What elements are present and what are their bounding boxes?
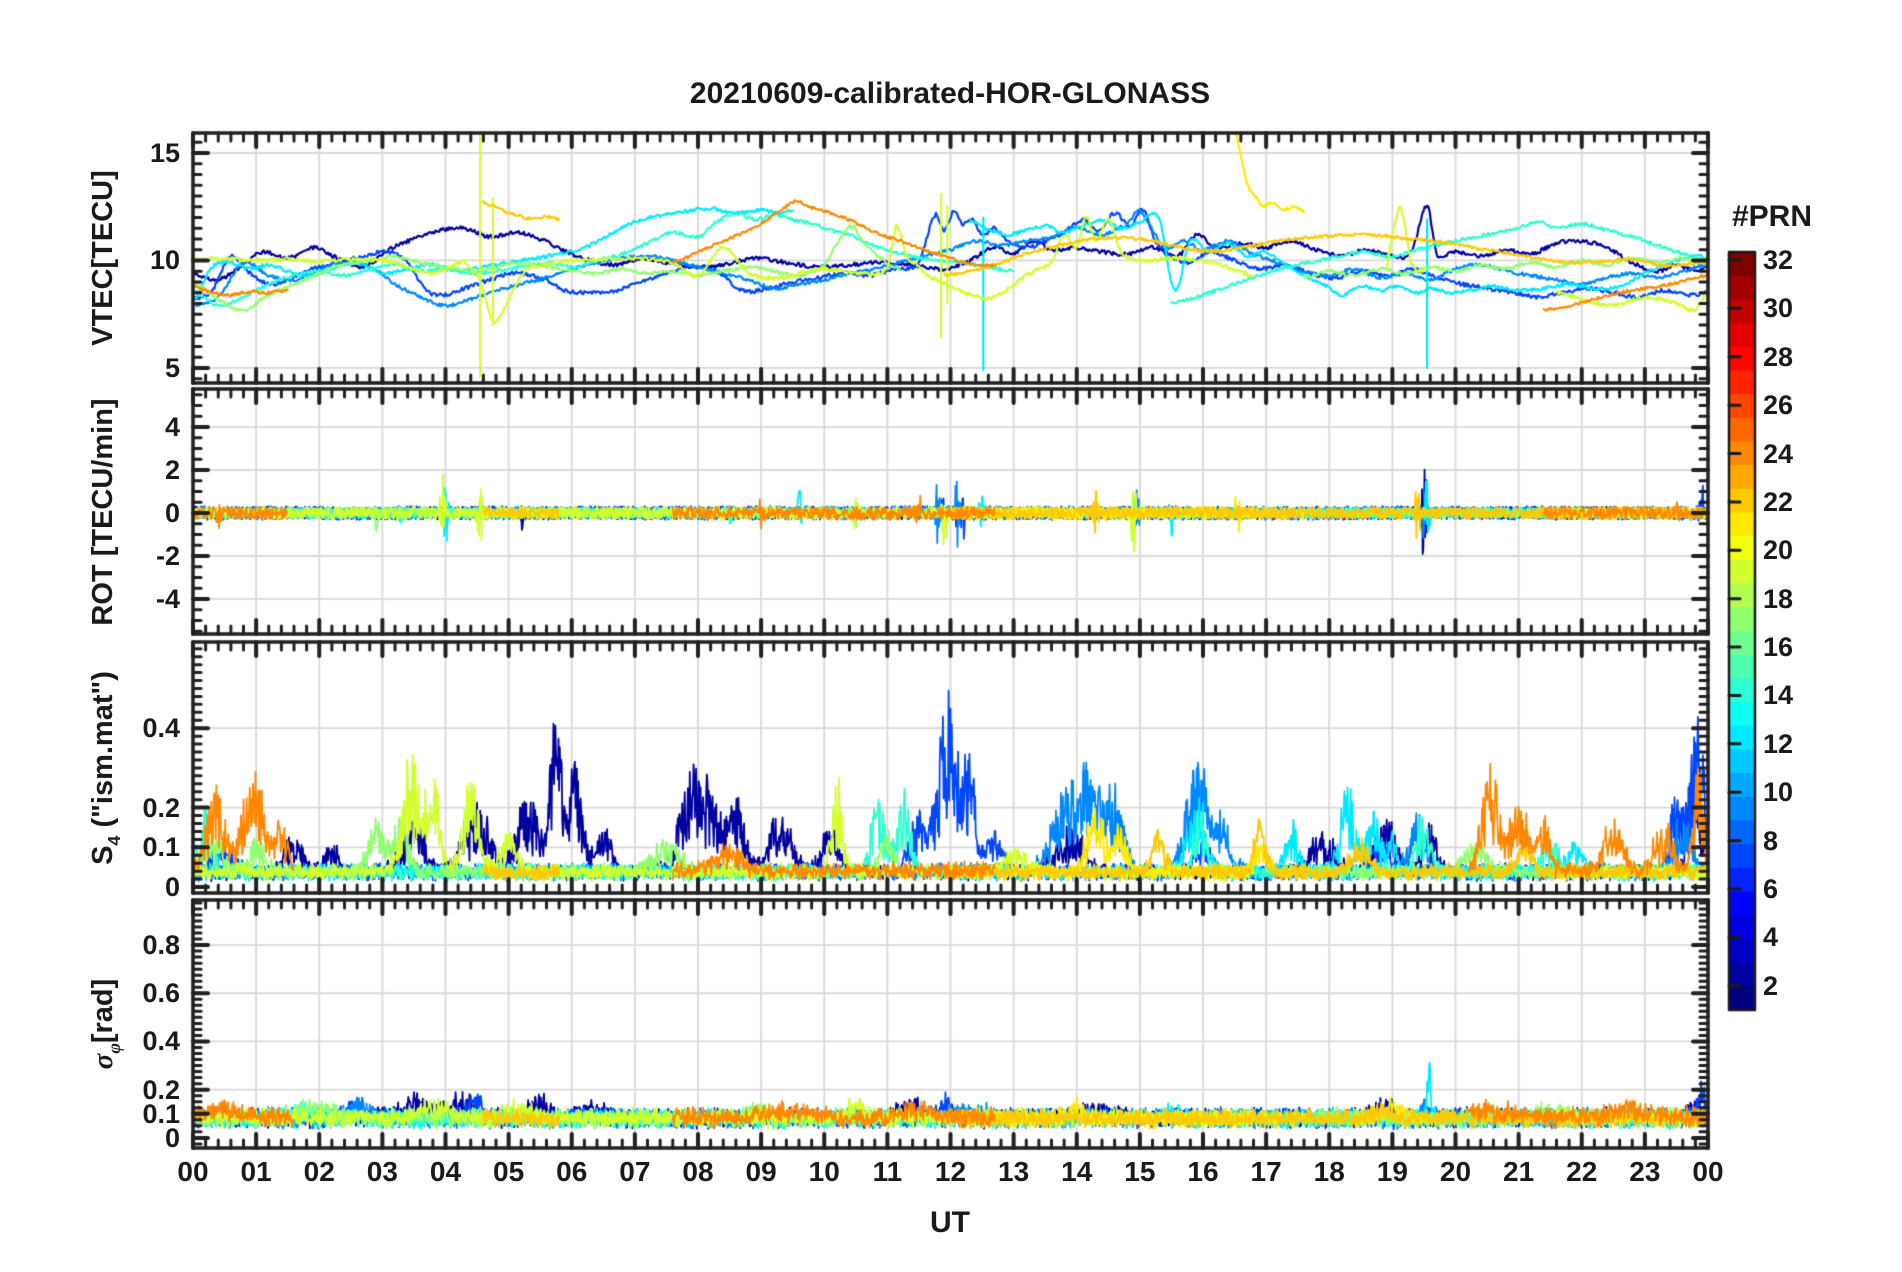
y-axis-label-sigma: σφ[rad] <box>83 724 125 1272</box>
colorbar-title: #PRN <box>1731 200 1813 233</box>
y-axis-label-part: [rad] <box>87 978 119 1044</box>
colorbar-tick-label: 22 <box>1763 486 1794 517</box>
colorbar-tick-label: 4 <box>1763 922 1779 953</box>
colorbar-tick-label: 14 <box>1763 680 1794 711</box>
x-tick-label: 00 <box>1692 1156 1724 1187</box>
colorbar-tick-label: 16 <box>1763 632 1794 663</box>
chart-canvas <box>0 0 1902 1272</box>
colorbar-tick-label: 30 <box>1763 293 1794 324</box>
y-axis-label-part: σ <box>87 1053 119 1070</box>
colorbar-tick-label: 8 <box>1763 825 1779 856</box>
colorbar-tick-label: 32 <box>1763 244 1794 275</box>
colorbar-tick-label: 18 <box>1763 583 1794 614</box>
colorbar-tick-label: 24 <box>1763 438 1794 469</box>
colorbar-tick-label: 20 <box>1763 535 1794 566</box>
chart-title: 20210609-calibrated-HOR-GLONASS <box>689 77 1211 110</box>
colorbar-tick-label: 6 <box>1763 874 1779 905</box>
x-axis-label: UT <box>930 1206 970 1239</box>
colorbar-tick-label: 26 <box>1763 390 1794 421</box>
figure: 20210609-calibrated-HOR-GLONASS UT #PRN … <box>0 0 1902 1272</box>
colorbar-tick-label: 10 <box>1763 777 1794 808</box>
colorbar-tick-label: 12 <box>1763 728 1794 759</box>
y-axis-label-part: φ <box>104 1043 125 1054</box>
colorbar-tick-label: 2 <box>1763 970 1779 1001</box>
colorbar-tick-label: 28 <box>1763 341 1794 372</box>
